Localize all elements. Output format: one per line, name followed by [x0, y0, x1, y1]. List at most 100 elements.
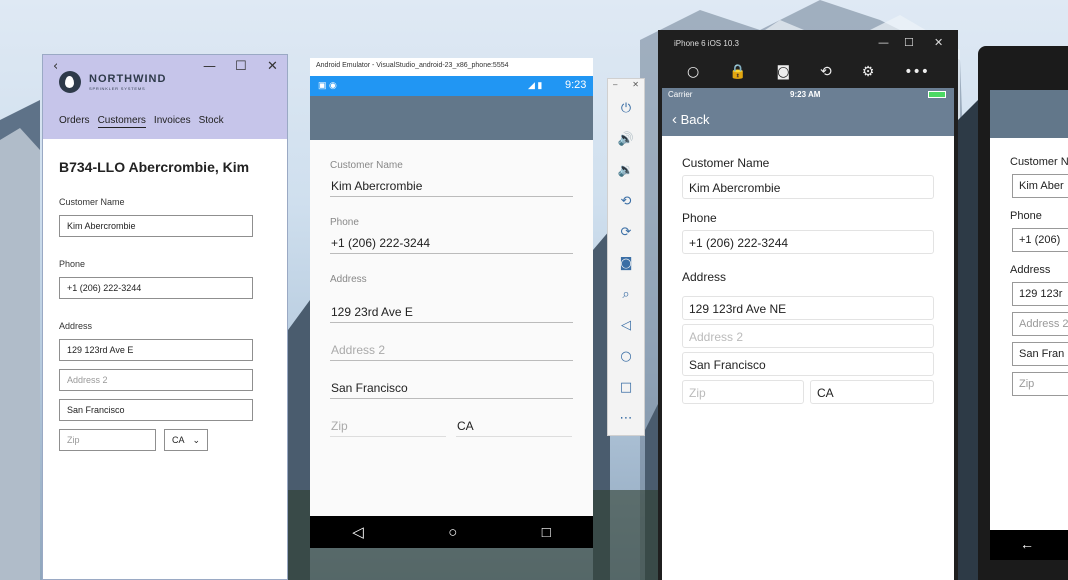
volume-down-icon[interactable]: 🔉 [608, 155, 644, 186]
address1-field[interactable]: 129 123rd Ave NE [682, 296, 934, 320]
ios-simulator-window: iPhone 6 iOS 10.3 — ☐ ✕ ○ 🔒 ◙ ⟲ ⚙ ••• Ca… [658, 30, 958, 580]
lock-icon[interactable]: 🔒 [729, 64, 746, 80]
android-app-bar [310, 96, 593, 140]
simulator-title: iPhone 6 iOS 10.3 [674, 39, 739, 48]
more-icon[interactable]: ⋯ [608, 403, 644, 434]
simulator-title-bar: iPhone 6 iOS 10.3 — ☐ ✕ [658, 30, 958, 55]
zip-field[interactable]: Zip [59, 429, 156, 451]
maximize-button[interactable]: ☐ [235, 59, 247, 74]
uwp-header: ‹ — ☐ ✕ NORTHWIND SPRINKLER SYSTEMS Orde… [43, 55, 287, 139]
overview-icon[interactable]: □ [608, 372, 644, 403]
zip-field[interactable]: Zip [1012, 372, 1068, 396]
carrier-label: Carrier [668, 90, 693, 99]
nav-orders[interactable]: Orders [59, 115, 90, 128]
phone-label: Phone [1010, 210, 1042, 222]
android-emulator-window: Android Emulator - VisualStudio_android-… [310, 58, 593, 548]
emulator-toolbar: – ✕ ⏻ 🔊 🔉 ⟲ ⟳ ◙ ⌕ ◁ ○ □ ⋯ [607, 78, 645, 436]
zip-field[interactable]: Zip [330, 411, 446, 437]
recents-icon[interactable]: □ [542, 524, 551, 541]
back-label: Back [680, 112, 710, 127]
signal-battery-icons: ◢ ▮ [528, 80, 543, 90]
close-button[interactable]: ✕ [267, 59, 278, 74]
nav-invoices[interactable]: Invoices [154, 115, 191, 128]
close-icon[interactable]: ✕ [632, 80, 639, 92]
chevron-left-icon: ‹ [672, 111, 677, 128]
uwp-app-window: ‹ — ☐ ✕ NORTHWIND SPRINKLER SYSTEMS Orde… [42, 54, 288, 580]
camera-icon[interactable]: ◙ [777, 64, 791, 80]
nav-customers[interactable]: Customers [97, 115, 146, 128]
address1-field[interactable]: 129 123r [1012, 282, 1068, 306]
address1-field[interactable]: 129 23rd Ave E [330, 297, 573, 323]
ios-screen: Carrier 9:23 AM ‹ Back Customer Name Kim… [662, 88, 954, 580]
simulator-toolbar: ○ 🔒 ◙ ⟲ ⚙ ••• [658, 55, 958, 88]
home-icon[interactable]: ○ [687, 64, 699, 80]
android-nav-bar: ◁ ○ □ [310, 516, 593, 548]
back-arrow-icon[interactable]: ← [1020, 536, 1034, 552]
northwind-logo: NORTHWIND SPRINKLER SYSTEMS [59, 71, 166, 93]
back-button[interactable]: ‹ Back [672, 111, 710, 128]
phone-field[interactable]: +1 (206) 222-3244 [59, 277, 253, 299]
customer-name-field[interactable]: Kim Abercrombie [330, 171, 573, 197]
device-app-bar [990, 90, 1068, 138]
address1-field[interactable]: 129 123rd Ave E [59, 339, 253, 361]
customer-name-label: Customer Name [59, 197, 125, 207]
address-label: Address [59, 321, 93, 331]
android-status-bar: ▣ ◉ ◢ ▮ 9:23 [310, 76, 593, 96]
power-icon[interactable]: ⏻ [608, 93, 644, 124]
device-nav-bar: ← [990, 530, 1068, 560]
minimize-icon[interactable]: – [613, 80, 617, 92]
state-field[interactable]: CA [810, 380, 934, 404]
chevron-down-icon: ⌄ [192, 435, 200, 445]
customer-name-label: Customer N [1010, 156, 1068, 168]
city-field[interactable]: San Francisco [682, 352, 934, 376]
customer-name-label: Customer Name [682, 156, 770, 170]
rotate-icon[interactable]: ⟲ [820, 64, 832, 80]
city-field[interactable]: San Francisco [330, 373, 573, 399]
phone-field[interactable]: +1 (206) 222-3244 [682, 230, 934, 254]
settings-icon[interactable]: ⚙ [862, 64, 875, 80]
state-value: CA [172, 435, 185, 445]
volume-up-icon[interactable]: 🔊 [608, 124, 644, 155]
water-drop-icon [59, 71, 81, 93]
maximize-button[interactable]: ☐ [904, 36, 914, 49]
emulator-title-bar: Android Emulator - VisualStudio_android-… [310, 58, 593, 76]
zip-field[interactable]: Zip [682, 380, 804, 404]
home-icon[interactable]: ○ [448, 524, 457, 541]
back-icon[interactable]: ◁ [352, 523, 364, 541]
phone-label: Phone [59, 259, 86, 269]
rotate-left-icon[interactable]: ⟲ [608, 186, 644, 217]
customer-name-field[interactable]: Kim Aber [1012, 174, 1068, 198]
customer-name-field[interactable]: Kim Abercrombie [59, 215, 253, 237]
ios-nav-bar: ‹ Back [662, 102, 954, 136]
minimize-button[interactable]: — [203, 59, 216, 74]
phone-field[interactable]: +1 (206) [1012, 228, 1068, 252]
address2-field[interactable]: Address 2 [1012, 312, 1068, 336]
minimize-button[interactable]: — [878, 36, 889, 49]
device-emulator-window: Customer N Kim Aber Phone +1 (206) Addre… [978, 46, 1068, 580]
camera-icon[interactable]: ◙ [608, 248, 644, 279]
city-field[interactable]: San Francisco [59, 399, 253, 421]
state-field[interactable]: CA [456, 411, 572, 437]
back-icon[interactable]: ◁ [608, 310, 644, 341]
customer-name-field[interactable]: Kim Abercrombie [682, 175, 934, 199]
address2-field[interactable]: Address 2 [59, 369, 253, 391]
address2-field[interactable]: Address 2 [330, 335, 573, 361]
close-button[interactable]: ✕ [934, 36, 943, 49]
more-icon[interactable]: ••• [904, 64, 929, 80]
rotate-right-icon[interactable]: ⟳ [608, 217, 644, 248]
state-select[interactable]: CA ⌄ [164, 429, 208, 451]
city-field[interactable]: San Fran [1012, 342, 1068, 366]
phone-label: Phone [682, 211, 717, 225]
home-icon[interactable]: ○ [608, 341, 644, 372]
page-title: B734-LLO Abercrombie, Kim [59, 159, 250, 175]
back-icon[interactable]: ‹ [53, 59, 58, 74]
address2-field[interactable]: Address 2 [682, 324, 934, 348]
address-label: Address [330, 274, 367, 285]
nav-stock[interactable]: Stock [199, 115, 224, 128]
customer-name-label: Customer Name [330, 160, 403, 171]
phone-label: Phone [330, 217, 359, 228]
zoom-icon[interactable]: ⌕ [608, 279, 644, 310]
address-label: Address [1010, 264, 1051, 276]
brand-subtitle: SPRINKLER SYSTEMS [89, 85, 146, 91]
phone-field[interactable]: +1 (206) 222-3244 [330, 228, 573, 254]
